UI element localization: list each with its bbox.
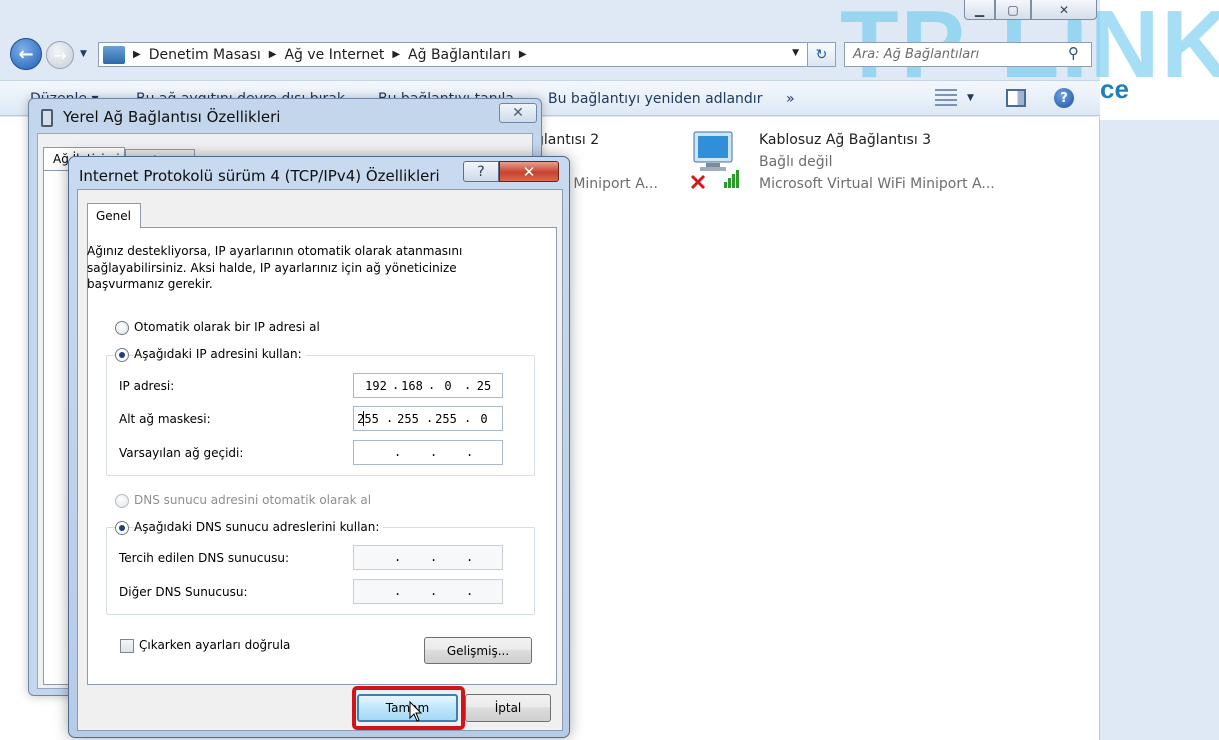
preferred-dns-label: Tercih edilen DNS sunucusu: (119, 551, 289, 565)
octet-separator: . (394, 584, 402, 598)
breadcrumb-control-panel[interactable]: Denetim Masası (149, 47, 261, 63)
dns-auto-radio[interactable] (115, 494, 129, 508)
subnet-mask-field[interactable]: 255 . 255 . 255 . 0 (353, 406, 503, 431)
subnet-octet-3[interactable]: 255 (432, 412, 460, 426)
minimize-button[interactable]: ▁ (964, 0, 995, 20)
lan-close-button[interactable]: ✕ (499, 103, 537, 123)
dns-manual-radio[interactable] (115, 521, 129, 535)
octet-separator: . (466, 550, 474, 564)
advanced-button[interactable]: Gelişmiş... (424, 637, 532, 664)
address-dropdown-icon[interactable]: ▼ (792, 48, 799, 58)
intro-description: Ağınız destekliyorsa, IP ayarlarının oto… (87, 244, 463, 291)
dns-auto-label[interactable]: DNS sunucu adresini otomatik olarak al (134, 493, 371, 507)
control-panel-icon (103, 45, 125, 64)
wireless-connection-icon[interactable] (690, 130, 742, 190)
rename-connection-button[interactable]: Bu bağlantıyı yeniden adlandır (548, 91, 762, 107)
breadcrumb-separator-icon[interactable]: ▶ (519, 49, 527, 60)
arrow-right-icon: → (53, 45, 67, 65)
back-button[interactable]: ← (10, 38, 42, 70)
ip-octet-1[interactable]: 192 (362, 379, 390, 393)
octet-separator: . (394, 550, 402, 564)
dns-manual-label[interactable]: Aşağıdaki DNS sunucu adreslerini kullan: (134, 520, 384, 534)
breadcrumb-network-internet[interactable]: Ağ ve Internet (284, 47, 384, 63)
subnet-mask-label: Alt ağ maskesi: (119, 412, 211, 426)
octet-separator: . (386, 411, 394, 425)
maximize-icon: ▢ (1007, 2, 1019, 17)
alternate-dns-field[interactable]: . . . (353, 579, 503, 604)
signal-bars-icon (724, 170, 739, 188)
ip-manual-label[interactable]: Aşağıdaki IP adresini kullan: (134, 347, 306, 361)
octet-separator: . (466, 584, 474, 598)
breadcrumb-separator-icon[interactable]: ▶ (269, 49, 277, 60)
wireless-connection-name[interactable]: Kablosuz Ağ Bağlantısı 3 (759, 132, 931, 148)
alternate-dns-label: Diğer DNS Sunucusu: (119, 585, 248, 599)
octet-separator: . (466, 445, 474, 459)
close-icon: ✕ (1058, 2, 1070, 17)
text-caret (363, 411, 364, 426)
ip-address-field[interactable]: 192 . 168 . 0 . 25 (353, 373, 503, 398)
ipv4-dialog-title: Internet Protokolü sürüm 4 (TCP/IPv4) Öz… (79, 167, 440, 185)
address-bar[interactable]: ▶ Denetim Masası ▶ Ağ ve Internet ▶ Ağ B… (98, 42, 808, 67)
wireless-connection-status: Bağlı değil (759, 154, 833, 170)
maximize-button[interactable]: ▢ (995, 0, 1031, 20)
wireless-connection-adapter: Microsoft Virtual WiFi Miniport A... (759, 176, 995, 192)
subnet-octet-4[interactable]: 0 (470, 412, 498, 426)
ip-auto-radio[interactable] (115, 321, 129, 335)
subnet-octet-1[interactable]: 255 (354, 412, 382, 426)
forward-button[interactable]: → (46, 41, 74, 69)
ip-manual-radio[interactable] (115, 348, 129, 362)
ip-address-label: IP adresi: (119, 379, 175, 393)
octet-separator: . (430, 445, 438, 459)
ip-octet-2[interactable]: 168 (398, 379, 426, 393)
preview-pane-icon[interactable] (1006, 89, 1026, 107)
logo-tail-text: ce (1100, 74, 1129, 104)
recent-pages-dropdown[interactable]: ▼ (80, 49, 87, 59)
validate-settings-checkbox[interactable] (120, 639, 134, 653)
arrow-left-icon: ← (18, 43, 34, 65)
gateway-field[interactable]: . . . (353, 440, 503, 465)
close-icon: ✕ (512, 105, 524, 121)
connection-2-name[interactable]: ğlantısı 2 (535, 132, 599, 148)
preferred-dns-field[interactable]: . . . (353, 545, 503, 570)
search-icon[interactable]: ⚲ (1068, 44, 1079, 62)
tab-general[interactable]: Genel (87, 203, 141, 228)
ok-button[interactable]: Tamam (357, 694, 458, 722)
view-options-icon[interactable] (935, 89, 957, 107)
validate-settings-label[interactable]: Çıkarken ayarları doğrula (139, 638, 290, 652)
view-dropdown-icon[interactable]: ▼ (967, 93, 974, 103)
gateway-label: Varsayılan ağ geçidi: (119, 446, 244, 460)
cancel-button[interactable]: İptal (465, 694, 551, 722)
ip-auto-label[interactable]: Otomatik olarak bir IP adresi al (134, 320, 320, 334)
breadcrumb-separator-icon[interactable]: ▶ (392, 49, 400, 60)
network-adapter-icon (41, 109, 53, 127)
refresh-icon: ↻ (815, 46, 828, 63)
octet-separator: . (430, 584, 438, 598)
breadcrumb-separator-icon[interactable]: ▶ (133, 49, 141, 60)
close-icon: ✕ (522, 162, 536, 181)
breadcrumb-network-connections[interactable]: Ağ Bağlantıları (408, 47, 511, 63)
mouse-cursor-icon (409, 701, 423, 722)
disconnected-x-icon (690, 174, 706, 190)
minimize-icon: ▁ (974, 2, 985, 17)
more-commands-button[interactable]: » (786, 91, 795, 107)
ipv4-close-button[interactable]: ✕ (499, 161, 559, 182)
refresh-button[interactable]: ↻ (808, 42, 836, 67)
window-close-button[interactable]: ✕ (1031, 0, 1097, 20)
help-icon[interactable]: ? (1054, 88, 1074, 108)
help-button[interactable]: ? (463, 161, 499, 182)
search-input[interactable]: Ara: Ağ Bağlantıları (844, 42, 1092, 67)
connection-2-adapter: i Miniport A... (565, 176, 658, 192)
ip-octet-4[interactable]: 25 (470, 379, 498, 393)
octet-separator: . (430, 550, 438, 564)
octet-separator: . (394, 445, 402, 459)
subnet-octet-2[interactable]: 255 (394, 412, 422, 426)
ip-octet-3[interactable]: 0 (434, 379, 462, 393)
lan-dialog-title: Yerel Ağ Bağlantısı Özellikleri (63, 108, 281, 126)
